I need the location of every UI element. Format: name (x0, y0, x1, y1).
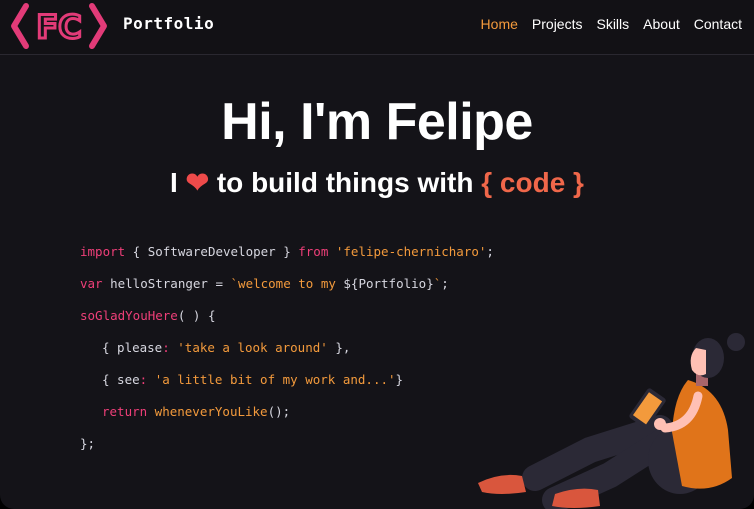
brand-title: Portfolio (123, 14, 215, 33)
keyword: var (80, 276, 103, 291)
string: `welcome to my (230, 276, 344, 291)
keyword: from (298, 244, 329, 259)
keyword: import (80, 244, 126, 259)
string: 'felipe-chernicharo' (328, 244, 487, 259)
string: 'take a look around' (169, 340, 328, 355)
hero-title: Hi, I'm Felipe (221, 93, 533, 151)
code-word: { code } (481, 167, 584, 198)
function-name: soGladYouHere (80, 308, 178, 323)
hero-sub-before: I (170, 167, 178, 198)
code-text: } (395, 372, 404, 387)
code-text: ${Portfolio} (343, 276, 434, 291)
nav-skills[interactable]: Skills (596, 16, 629, 32)
code-text: { SoftwareDeveloper } (125, 244, 299, 259)
logo-text: FC (36, 8, 81, 46)
code-block: import { SoftwareDeveloper } from 'felip… (80, 236, 494, 460)
nav-links: Home Projects Skills About Contact (481, 16, 742, 32)
person-with-phone-illustration (478, 333, 745, 509)
function-name: wheneverYouLike (147, 404, 268, 419)
code-text: { please (102, 340, 163, 355)
app-frame: FC Portfolio Home Projects Skills About … (0, 0, 754, 509)
nav-about[interactable]: About (643, 16, 680, 32)
code-line-5: { see: 'a little bit of my work and...'} (80, 364, 494, 396)
code-line-4: { please: 'take a look around' }, (80, 332, 494, 364)
nav-home[interactable]: Home (481, 16, 518, 32)
code-text: }, (327, 340, 351, 355)
nav-projects[interactable]: Projects (532, 16, 583, 32)
code-text: }; (80, 436, 96, 451)
heart-icon: ❤ (185, 167, 210, 198)
hero-sub-after: to build things with (216, 167, 474, 198)
code-text: { see (102, 372, 140, 387)
keyword: return (102, 404, 148, 419)
colon: : (162, 340, 170, 355)
code-text: helloStranger = (102, 276, 231, 291)
code-line-2: var helloStranger = `welcome to my ${Por… (80, 268, 494, 300)
nav-contact[interactable]: Contact (694, 16, 742, 32)
logo[interactable]: FC (8, 0, 110, 52)
hero-subtitle: I ❤ to build things with { code } (0, 166, 754, 199)
code-text: ; (441, 276, 449, 291)
code-text: ( ) { (177, 308, 216, 323)
string: 'a little bit of my work and...' (147, 372, 396, 387)
code-line-6: return wheneverYouLike(); (80, 396, 494, 428)
navbar: FC Portfolio Home Projects Skills About … (0, 0, 754, 55)
code-text: (); (267, 404, 291, 419)
code-line-3: soGladYouHere( ) { (80, 300, 494, 332)
code-line-1: import { SoftwareDeveloper } from 'felip… (80, 236, 494, 268)
code-text: ; (486, 244, 494, 259)
code-line-7: }; (80, 428, 494, 460)
